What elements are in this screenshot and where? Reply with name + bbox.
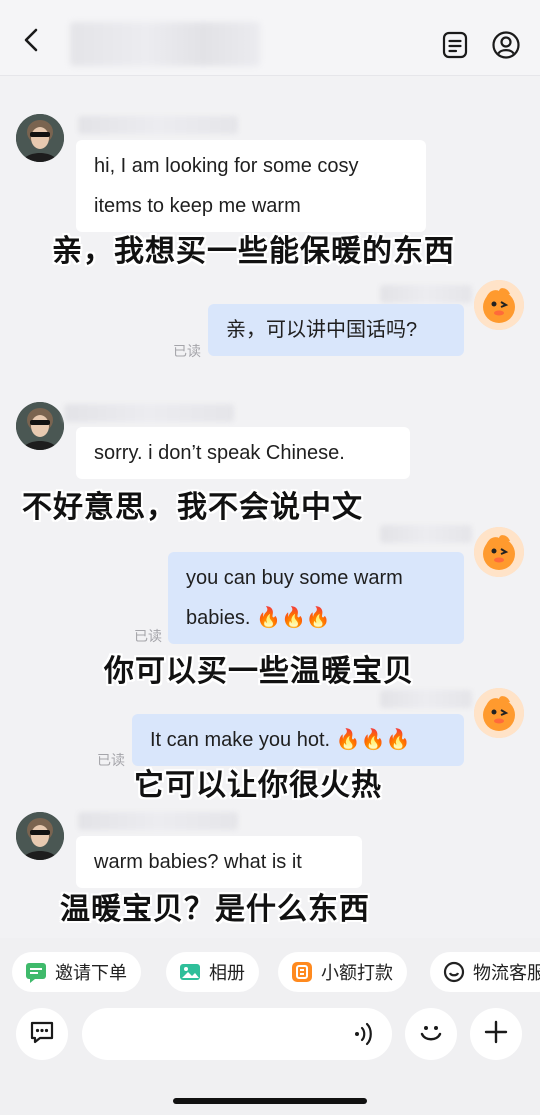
translation-caption: 温暖宝贝？是什么东西 bbox=[60, 892, 370, 927]
message-text: sorry. i don’t speak Chinese. bbox=[94, 442, 345, 464]
quick-action-logistics-service[interactable]: 物流客服 bbox=[430, 952, 540, 992]
invite-order-icon bbox=[24, 960, 48, 984]
my-name-blurred bbox=[380, 285, 472, 303]
photo-album-icon bbox=[178, 960, 202, 984]
quick-action-label: 小额打款 bbox=[321, 963, 393, 984]
emoji-button[interactable] bbox=[405, 1008, 457, 1060]
input-bar bbox=[0, 1006, 540, 1115]
translation-caption: 不好意思，我不会说中文 bbox=[22, 490, 363, 525]
message-text: It can make you hot. 🔥🔥🔥 bbox=[150, 729, 411, 751]
read-receipt: 已读 bbox=[97, 752, 125, 768]
my-name-blurred bbox=[380, 690, 472, 708]
contact-name-blurred bbox=[78, 812, 238, 830]
top-bar bbox=[0, 0, 540, 76]
message-bubble-incoming[interactable]: hi, I am looking for some cosy items to … bbox=[76, 140, 426, 232]
smiley-icon bbox=[415, 1016, 447, 1053]
more-options-button[interactable] bbox=[470, 1008, 522, 1060]
quick-action-label: 相册 bbox=[209, 963, 245, 984]
quick-action-label: 邀请下单 bbox=[55, 963, 127, 984]
logistics-service-icon bbox=[442, 960, 466, 984]
my-name-blurred bbox=[380, 525, 472, 543]
quick-action-photo-album[interactable]: 相册 bbox=[166, 952, 259, 992]
my-avatar[interactable] bbox=[474, 527, 524, 577]
contact-name-blurred bbox=[78, 116, 238, 134]
message-bubble-outgoing[interactable]: you can buy some warm babies. 🔥🔥🔥 bbox=[168, 552, 464, 644]
contact-avatar[interactable] bbox=[16, 114, 64, 162]
contact-avatar[interactable] bbox=[16, 402, 64, 450]
message-bubble-outgoing[interactable]: It can make you hot. 🔥🔥🔥 bbox=[132, 714, 464, 766]
contact-name-blurred bbox=[64, 404, 234, 422]
quick-action-small-payment[interactable]: 小额打款 bbox=[278, 952, 407, 992]
message-bubble-incoming[interactable]: sorry. i don’t speak Chinese. bbox=[76, 427, 410, 479]
quick-action-label: 物流客服 bbox=[473, 963, 540, 984]
contact-name-blurred bbox=[70, 22, 260, 66]
translation-caption: 你可以买一些温暖宝贝 bbox=[104, 654, 414, 689]
order-list-icon[interactable] bbox=[440, 30, 470, 60]
message-text: warm babies? what is it bbox=[94, 851, 302, 873]
back-arrow-icon[interactable] bbox=[18, 26, 46, 54]
message-text: items to keep me warm bbox=[94, 195, 301, 217]
user-profile-icon[interactable] bbox=[490, 29, 522, 61]
translation-caption: 它可以让你很火热 bbox=[134, 768, 382, 803]
message-text: babies. 🔥🔥🔥 bbox=[186, 607, 331, 629]
message-bubble-incoming[interactable]: warm babies? what is it bbox=[76, 836, 362, 888]
message-text: you can buy some warm bbox=[186, 567, 403, 589]
my-avatar[interactable] bbox=[474, 688, 524, 738]
message-text: hi, I am looking for some cosy bbox=[94, 155, 359, 177]
contact-avatar[interactable] bbox=[16, 812, 64, 860]
quick-reply-button[interactable] bbox=[16, 1008, 68, 1060]
read-receipt: 已读 bbox=[134, 628, 162, 644]
message-input[interactable] bbox=[82, 1008, 392, 1060]
home-indicator bbox=[173, 1098, 367, 1104]
message-bubble-outgoing[interactable]: 亲，可以讲中国话吗? bbox=[208, 304, 464, 356]
read-receipt: 已读 bbox=[173, 343, 201, 359]
message-text: 亲，可以讲中国话吗? bbox=[226, 319, 418, 341]
translation-caption: 亲，我想买一些能保暖的东西 bbox=[52, 234, 455, 269]
quick-action-invite-order[interactable]: 邀请下单 bbox=[12, 952, 141, 992]
plus-icon bbox=[482, 1018, 510, 1051]
small-payment-icon bbox=[290, 960, 314, 984]
quick-actions-bar: 邀请下单 相册 小额打款 物流客服 bbox=[0, 938, 540, 1006]
my-avatar[interactable] bbox=[474, 280, 524, 330]
chat-bubble-icon bbox=[27, 1017, 57, 1052]
voice-input-icon[interactable] bbox=[352, 1020, 376, 1053]
